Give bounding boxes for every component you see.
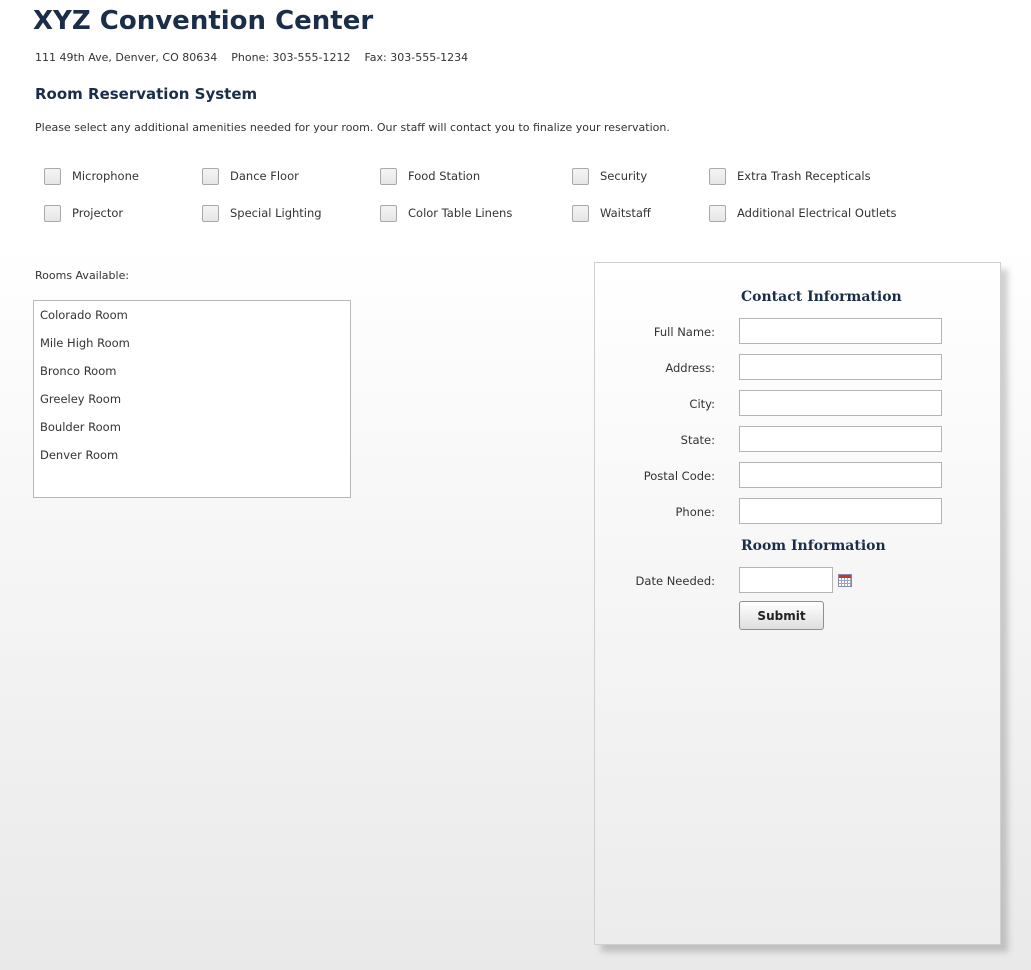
phone-label: Phone: xyxy=(675,505,716,519)
address-input[interactable] xyxy=(739,354,942,380)
checkbox[interactable] xyxy=(202,167,219,185)
reservation-form-panel: Contact Information Full Name: Address: … xyxy=(594,262,1001,945)
checkbox[interactable] xyxy=(380,167,397,185)
checkbox[interactable] xyxy=(709,204,726,222)
fax-text: Fax: 303-555-1234 xyxy=(364,51,469,64)
amenity-label: Security xyxy=(600,169,648,183)
checkbox[interactable] xyxy=(709,167,726,185)
amenity-color-table-linens[interactable]: Color Table Linens xyxy=(380,203,512,223)
date-needed-label: Date Needed: xyxy=(635,574,715,588)
instructions-text: Please select any additional amenities n… xyxy=(35,121,670,134)
amenity-projector[interactable]: Projector xyxy=(44,203,123,223)
full-name-input[interactable] xyxy=(739,318,942,344)
room-option[interactable]: Bronco Room xyxy=(34,357,350,385)
state-label: State: xyxy=(680,433,715,447)
room-information-heading: Room Information xyxy=(741,538,886,554)
date-needed-input[interactable] xyxy=(739,567,833,593)
checkbox[interactable] xyxy=(572,204,589,222)
amenity-extra-trash-recepticals[interactable]: Extra Trash Recepticals xyxy=(709,166,871,186)
phone-text: Phone: 303-555-1212 xyxy=(231,51,351,64)
state-input[interactable] xyxy=(739,426,942,452)
room-option[interactable]: Boulder Room xyxy=(34,413,350,441)
amenity-food-station[interactable]: Food Station xyxy=(380,166,480,186)
checkbox[interactable] xyxy=(202,204,219,222)
amenity-label: Additional Electrical Outlets xyxy=(737,206,897,220)
amenity-security[interactable]: Security xyxy=(572,166,647,186)
postal-code-label: Postal Code: xyxy=(643,469,715,483)
contact-information-heading: Contact Information xyxy=(741,289,902,305)
room-option[interactable]: Mile High Room xyxy=(34,329,350,357)
contact-line: 111 49th Ave, Denver, CO 80634 Phone: 303… xyxy=(35,50,482,66)
full-name-label: Full Name: xyxy=(653,325,715,339)
postal-code-input[interactable] xyxy=(739,462,942,488)
city-label: City: xyxy=(689,397,715,411)
checkbox[interactable] xyxy=(44,204,61,222)
address-label: Address: xyxy=(665,361,715,375)
room-option[interactable]: Denver Room xyxy=(34,441,350,469)
amenity-label: Extra Trash Recepticals xyxy=(737,169,871,183)
amenity-label: Color Table Linens xyxy=(408,206,513,220)
section-title: Room Reservation System xyxy=(35,85,258,103)
amenity-label: Projector xyxy=(72,206,124,220)
page-title: XYZ Convention Center xyxy=(33,6,374,36)
amenity-label: Microphone xyxy=(72,169,139,183)
room-option[interactable]: Colorado Room xyxy=(34,301,350,329)
amenity-dance-floor[interactable]: Dance Floor xyxy=(202,166,299,186)
submit-button[interactable]: Submit xyxy=(739,601,824,630)
city-input[interactable] xyxy=(739,390,942,416)
checkbox[interactable] xyxy=(44,167,61,185)
amenity-label: Dance Floor xyxy=(230,169,299,183)
amenity-microphone[interactable]: Microphone xyxy=(44,166,139,186)
checkbox[interactable] xyxy=(380,204,397,222)
amenity-label: Waitstaff xyxy=(600,206,651,220)
phone-input[interactable] xyxy=(739,498,942,524)
rooms-available-label: Rooms Available: xyxy=(35,269,130,282)
amenity-additional-electrical-outlets[interactable]: Additional Electrical Outlets xyxy=(709,203,897,223)
amenity-label: Food Station xyxy=(408,169,481,183)
rooms-listbox[interactable]: Colorado Room Mile High Room Bronco Room… xyxy=(33,300,351,498)
checkbox[interactable] xyxy=(572,167,589,185)
amenity-waitstaff[interactable]: Waitstaff xyxy=(572,203,651,223)
address-text: 111 49th Ave, Denver, CO 80634 xyxy=(35,51,218,64)
amenity-label: Special Lighting xyxy=(230,206,322,220)
calendar-icon[interactable] xyxy=(838,574,852,587)
amenity-special-lighting[interactable]: Special Lighting xyxy=(202,203,322,223)
room-option[interactable]: Greeley Room xyxy=(34,385,350,413)
